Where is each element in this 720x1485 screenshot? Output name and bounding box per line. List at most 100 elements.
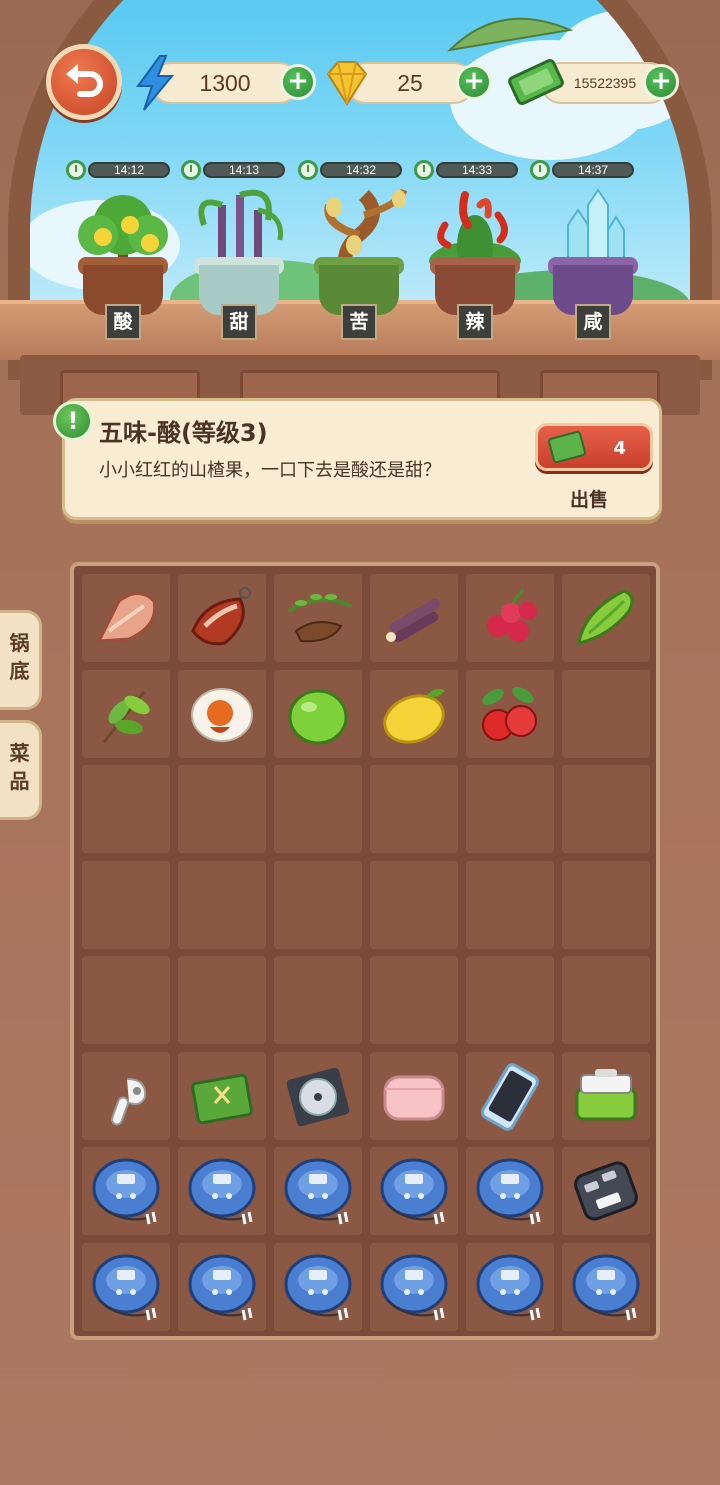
timer-value: 14:37 — [552, 162, 634, 178]
board-cell[interactable] — [178, 860, 266, 949]
cd-player-icon[interactable] — [569, 1250, 643, 1324]
tea-leaves-icon[interactable] — [89, 677, 163, 751]
board-cell[interactable] — [466, 1147, 554, 1235]
bitter-melon-icon[interactable] — [569, 581, 643, 655]
add-gem-button[interactable]: + — [456, 64, 492, 100]
bayberry-icon[interactable] — [473, 581, 547, 655]
plant-sweet[interactable]: 甜 — [184, 185, 294, 340]
board-cell[interactable] — [370, 956, 458, 1044]
board-cell[interactable] — [178, 1051, 266, 1140]
board-cell[interactable] — [466, 1242, 554, 1331]
board-cell[interactable] — [466, 956, 554, 1044]
board-cell[interactable] — [82, 1147, 170, 1235]
flavor-tag: 酸 — [105, 304, 141, 340]
clock-icon — [414, 160, 434, 180]
tab-label: 菜品 — [9, 741, 30, 793]
board-cell[interactable] — [178, 765, 266, 853]
tamarind-icon[interactable] — [281, 581, 355, 655]
board-cell[interactable] — [562, 1242, 650, 1331]
board-cell[interactable] — [178, 574, 266, 662]
board-cell[interactable] — [370, 1051, 458, 1140]
back-button[interactable] — [46, 44, 122, 120]
cd-icon[interactable] — [281, 1059, 355, 1133]
board-cell[interactable] — [274, 669, 362, 758]
cd-player-icon[interactable] — [473, 1250, 547, 1324]
board-cell[interactable] — [274, 1147, 362, 1235]
ham-icon[interactable] — [89, 581, 163, 655]
board-cell[interactable] — [466, 1051, 554, 1140]
board-cell[interactable] — [370, 1147, 458, 1235]
clock-icon — [66, 160, 86, 180]
cd-player-icon[interactable] — [377, 1250, 451, 1324]
board-cell[interactable] — [274, 1242, 362, 1331]
sell-button[interactable]: 4 — [535, 423, 653, 471]
board-cell[interactable] — [178, 1147, 266, 1235]
hawthorn-icon[interactable] — [473, 677, 547, 751]
board-cell[interactable] — [466, 860, 554, 949]
clock-icon — [181, 160, 201, 180]
board-cell[interactable] — [82, 765, 170, 853]
board-cell[interactable] — [82, 669, 170, 758]
lightning-icon — [136, 55, 175, 111]
lunchbox-icon[interactable] — [569, 1059, 643, 1133]
salted-egg-icon[interactable] — [185, 677, 259, 751]
board-cell[interactable] — [178, 956, 266, 1044]
board-cell[interactable] — [370, 765, 458, 853]
add-cash-button[interactable]: + — [643, 64, 679, 100]
board-cell[interactable] — [562, 860, 650, 949]
plant-sour[interactable]: 酸 — [68, 185, 178, 340]
cured-meat-icon[interactable] — [185, 581, 259, 655]
board-cell[interactable] — [562, 1147, 650, 1235]
board-cell[interactable] — [82, 1051, 170, 1140]
plant-spicy[interactable]: 辣 — [420, 185, 530, 340]
tab-dishes[interactable]: 菜品 — [0, 720, 42, 820]
timer-value: 14:33 — [436, 162, 518, 178]
board-cell[interactable] — [370, 1242, 458, 1331]
board-cell[interactable] — [370, 860, 458, 949]
clock-icon — [530, 160, 550, 180]
car-key-icon[interactable] — [569, 1154, 643, 1228]
board-cell[interactable] — [370, 669, 458, 758]
earbud-icon[interactable] — [89, 1059, 163, 1133]
cd-player-icon[interactable] — [473, 1154, 547, 1228]
pink-pouch-icon[interactable] — [377, 1059, 451, 1133]
cd-player-icon[interactable] — [89, 1250, 163, 1324]
sugarcane-icon[interactable] — [377, 581, 451, 655]
add-energy-button[interactable]: + — [280, 64, 316, 100]
board-cell[interactable] — [82, 956, 170, 1044]
board-cell[interactable] — [274, 860, 362, 949]
cd-player-icon[interactable] — [281, 1250, 355, 1324]
board-cell[interactable] — [562, 1051, 650, 1140]
cd-player-icon[interactable] — [89, 1154, 163, 1228]
board-cell[interactable] — [274, 574, 362, 662]
board-cell[interactable] — [274, 765, 362, 853]
board-cell[interactable] — [274, 1051, 362, 1140]
board-cell[interactable] — [82, 574, 170, 662]
cd-player-icon[interactable] — [377, 1154, 451, 1228]
board-cell[interactable] — [178, 669, 266, 758]
board-cell[interactable] — [370, 574, 458, 662]
notebook-icon[interactable] — [185, 1059, 259, 1133]
tab-pot-base[interactable]: 锅底 — [0, 610, 42, 710]
board-cell[interactable] — [82, 860, 170, 949]
board-cell[interactable] — [466, 669, 554, 758]
undo-arrow-icon — [66, 64, 103, 97]
cash-value: 15522395 — [573, 75, 637, 91]
cd-player-icon[interactable] — [185, 1154, 259, 1228]
board-cell[interactable] — [178, 1242, 266, 1331]
plant-bitter[interactable]: 苦 — [304, 185, 414, 340]
board-cell[interactable] — [562, 669, 650, 758]
lemon-icon[interactable] — [377, 677, 451, 751]
cd-player-icon[interactable] — [281, 1154, 355, 1228]
board-cell[interactable] — [562, 956, 650, 1044]
board-cell[interactable] — [562, 574, 650, 662]
plant-salty[interactable]: 咸 — [538, 185, 648, 340]
board-cell[interactable] — [274, 956, 362, 1044]
board-cell[interactable] — [82, 1242, 170, 1331]
cd-player-icon[interactable] — [185, 1250, 259, 1324]
board-cell[interactable] — [466, 765, 554, 853]
board-cell[interactable] — [562, 765, 650, 853]
lime-icon[interactable] — [281, 677, 355, 751]
smartphone-icon[interactable] — [473, 1059, 547, 1133]
board-cell[interactable] — [466, 574, 554, 662]
